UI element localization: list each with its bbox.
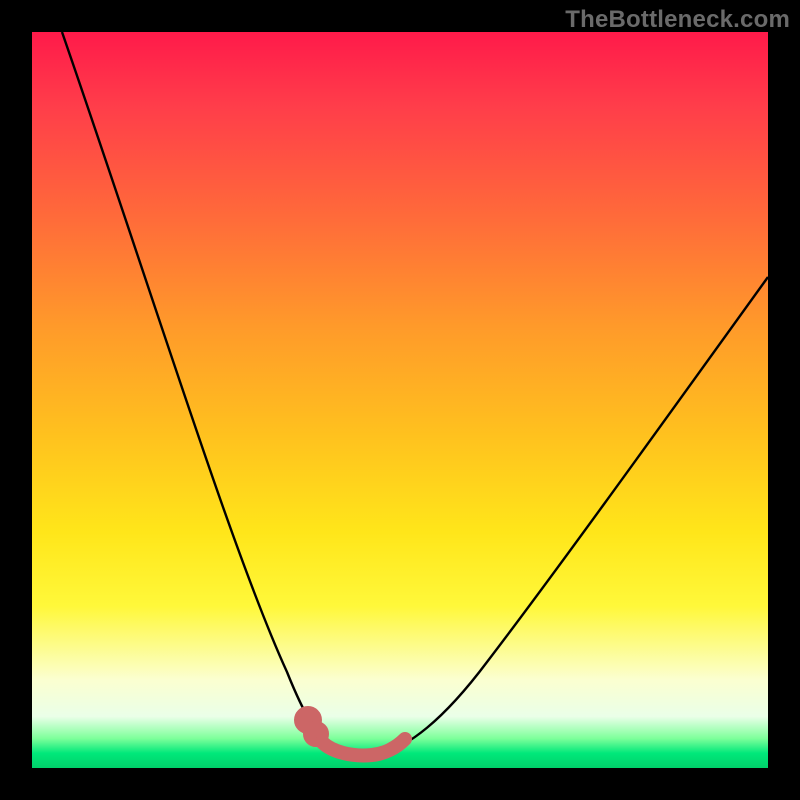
chart-frame: TheBottleneck.com xyxy=(0,0,800,800)
marker-band xyxy=(301,713,405,755)
watermark-text: TheBottleneck.com xyxy=(565,6,790,34)
plot-area xyxy=(32,32,768,768)
bottleneck-curve xyxy=(32,32,768,768)
curve-path xyxy=(62,32,768,755)
